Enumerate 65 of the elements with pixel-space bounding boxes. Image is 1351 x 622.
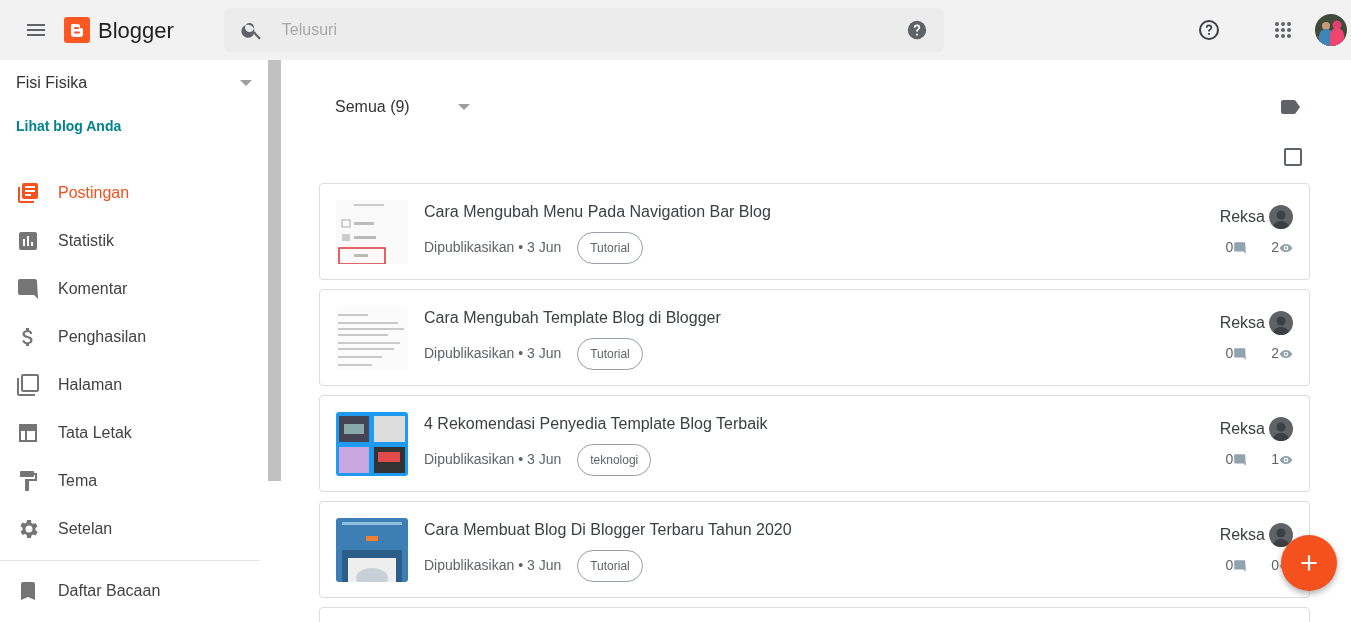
sidebar-item[interactable]: Postingan xyxy=(0,169,268,217)
comment-icon xyxy=(1233,346,1248,361)
comment-count: 0 xyxy=(1225,556,1234,575)
post-card[interactable]: Cara Mengubah Menu Pada Navigation Bar Blog Dipublikasikan • 3 Jun Tutorial Reksa 0 2 xyxy=(319,183,1310,280)
help-icon xyxy=(1197,18,1221,42)
author-name: Reksa xyxy=(1219,207,1265,227)
help-icon xyxy=(905,19,928,41)
author-name: Reksa xyxy=(1219,313,1265,333)
sidebar-item[interactable]: Tata Letak xyxy=(0,409,268,457)
avatar-icon xyxy=(1269,205,1293,229)
avatar-icon xyxy=(1269,523,1293,547)
tag-chip[interactable]: Tutorial xyxy=(577,231,643,264)
dropdown-icon xyxy=(457,104,470,110)
view-count: 2 xyxy=(1271,344,1279,363)
comment-icon xyxy=(1233,452,1248,467)
help-button[interactable] xyxy=(1197,18,1221,42)
post-title[interactable]: Cara Membuat Blog Di Blogger Terbaru Tahun 2020 xyxy=(424,517,1204,542)
view-count: 0 xyxy=(1271,556,1279,575)
tag-chip[interactable]: Tutorial xyxy=(577,549,643,582)
sidebar-item[interactable]: Daftar Bacaan xyxy=(0,567,268,615)
post-title[interactable]: Cara Mengubah Template Blog di Blogger xyxy=(424,305,1204,330)
post-meta: Dipublikasikan • 3 Jun xyxy=(424,344,562,363)
dropdown-icon xyxy=(240,80,252,86)
post-title[interactable]: Cara Mengubah Menu Pada Navigation Bar Blog xyxy=(424,199,1204,224)
post-card[interactable]: Cara Mengubah Template Blog di Blogger Dipublikasikan • 3 Jun Tutorial Reksa 0 2 xyxy=(319,289,1310,386)
view-count: 1 xyxy=(1271,450,1279,469)
app-name: Blogger xyxy=(98,16,174,45)
search-field[interactable]: Telusuri xyxy=(279,17,890,43)
scrollbar[interactable] xyxy=(268,60,281,481)
layout-icon xyxy=(16,421,40,445)
post-title[interactable]: 4 Rekomendasi Penyedia Template Blog Terbaik xyxy=(424,411,1204,436)
comment-count: 0 xyxy=(1225,450,1234,469)
chart-icon xyxy=(16,229,40,253)
sidebar-item[interactable]: Halaman xyxy=(0,361,268,409)
post-card[interactable]: 4 Rekomendasi Penyedia Template Blog Terbaik Dipublikasikan • 3 Jun teknologi Reksa 0 1 xyxy=(319,395,1310,492)
select-all-checkbox[interactable] xyxy=(1284,148,1302,166)
comment-count: 0 xyxy=(1225,238,1234,257)
add-post-button[interactable] xyxy=(1281,535,1337,591)
sidebar-item[interactable]: Komentar xyxy=(0,265,268,313)
pages-icon xyxy=(16,373,40,397)
comment-count: 0 xyxy=(1225,344,1234,363)
post-meta: Dipublikasikan • 3 Jun xyxy=(424,450,562,469)
post-meta: Dipublikasikan • 3 Jun xyxy=(424,238,562,257)
sidebar-item[interactable]: Penghasilan xyxy=(0,313,268,361)
posts-icon xyxy=(16,181,40,205)
avatar-icon xyxy=(1269,311,1293,335)
view-blog-link[interactable]: Lihat blog Anda xyxy=(16,116,122,137)
filter-dropdown[interactable]: Semua (9) xyxy=(319,95,470,119)
author-name: Reksa xyxy=(1219,419,1265,439)
logo-icon xyxy=(64,17,90,43)
search-bar[interactable]: Telusuri xyxy=(223,8,944,52)
help-button[interactable] xyxy=(905,19,928,41)
author-name: Reksa xyxy=(1219,525,1265,545)
comment-icon xyxy=(1233,558,1248,573)
sidebar-item[interactable]: Statistik xyxy=(0,217,268,265)
tag-chip[interactable]: Tutorial xyxy=(577,337,643,370)
comment-icon xyxy=(16,277,40,301)
comment-icon xyxy=(1233,240,1248,255)
post-meta: Dipublikasikan • 3 Jun xyxy=(424,556,562,575)
view-count: 2 xyxy=(1271,238,1279,257)
sidebar-item[interactable]: Tema xyxy=(0,457,268,505)
tag-chip[interactable]: teknologi xyxy=(577,443,652,476)
avatar-icon xyxy=(1269,417,1293,441)
sidebar-item[interactable]: Setelan xyxy=(0,505,268,553)
blog-selector[interactable]: Fisi Fisika xyxy=(16,71,252,95)
